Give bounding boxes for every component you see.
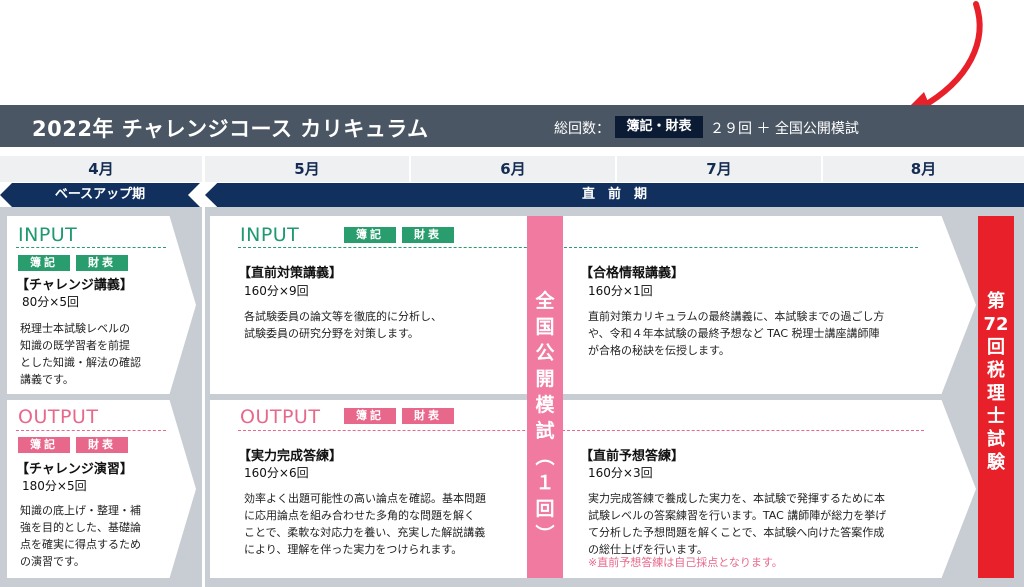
national-mock-exam-column: 全国公開模試 ︵ １ 回 ︶ (527, 216, 563, 578)
curriculum-header: 2022年 チャレンジコース カリキュラム 総回数： 簿記・財表 ２９回 ＋ 全… (0, 105, 1024, 147)
divider (16, 430, 166, 431)
bookkeeping-tag: 簿記 (344, 227, 396, 243)
pass-info-lecture-description: 直前対策カリキュラムの最終講義に、本試験までの過ごし方 や、令和４年本試験の最終予… (588, 310, 885, 357)
challenge-exercise-description: 知識の底上げ・整理・補 強を目的とした、基礎論 点を確実に得点するため の演習です。 (20, 504, 141, 568)
month-row: 4月 5月 6月 7月 8月 (0, 156, 1024, 182)
pre-exam-lecture-heading: 【直前対策講義】 (238, 266, 343, 281)
challenge-exercise-schedule: 180分×5回 (22, 479, 87, 493)
national-mock-exam-label: 全国公開模試 ︵ １ 回 ︶ (535, 290, 555, 546)
tax-accountant-exam-label: 第 72 回税理士試験 (983, 291, 1009, 473)
divider (16, 247, 166, 248)
bookkeeping-tag: 簿記 (344, 408, 396, 424)
page-title: 2022年 チャレンジコース カリキュラム (32, 117, 429, 141)
pre-exam-input-panel (210, 216, 976, 394)
month-july: 7月 (706, 160, 732, 178)
pass-info-lecture-heading: 【合格情報講義】 (580, 266, 685, 281)
month-divider (615, 156, 617, 184)
pass-info-lecture-schedule: 160分×1回 (588, 284, 653, 298)
pre-exam-lecture-description: 各試験委員の論文等を徹底的に分析し、 試験委員の研究分野を対策します。 (244, 310, 442, 340)
divider (238, 247, 918, 248)
month-divider (821, 156, 823, 184)
financial-statements-tag: 財表 (402, 408, 454, 424)
skill-completion-drill-heading: 【実力完成答練】 (238, 449, 343, 464)
pre-exam-forecast-drill-heading: 【直前予想答練】 (580, 449, 685, 464)
skill-completion-drill-description: 効率よく出題可能性の高い論点を確認。基本問題 に応用論点を組み合わせた多角的な問題… (244, 492, 486, 556)
financial-statements-tag: 財表 (76, 437, 128, 453)
period-base-up: ベースアップ期 (0, 183, 200, 207)
skill-completion-drill-schedule: 160分×6回 (244, 466, 309, 480)
phase-divider (202, 156, 205, 587)
month-august: 8月 (910, 160, 937, 178)
month-may: 5月 (294, 160, 320, 178)
tax-accountant-exam-column: 第 72 回税理士試験 (978, 216, 1014, 578)
pre-exam-lecture-schedule: 160分×9回 (244, 284, 309, 298)
challenge-lecture-heading: 【チャレンジ講義】 (16, 278, 133, 293)
challenge-exercise-heading: 【チャレンジ演習】 (16, 462, 133, 477)
period-pre-exam: 直 前 期 (205, 183, 1024, 207)
input-heading: INPUT (240, 224, 300, 246)
challenge-lecture-schedule: 80分×5回 (22, 295, 79, 309)
self-grading-note: ※直前予想答練は自己採点となります。 (588, 556, 783, 569)
challenge-lecture-description: 税理士本試験レベルの 知識の既学習者を前提 とした知識・解法の確認 講義です。 (20, 322, 141, 386)
month-divider (409, 156, 411, 184)
output-heading: OUTPUT (18, 406, 99, 428)
input-heading: INPUT (18, 224, 78, 246)
pre-exam-forecast-drill-schedule: 160分×3回 (588, 466, 653, 480)
total-count-label: 総回数： (554, 121, 610, 137)
financial-statements-tag: 財表 (76, 255, 128, 271)
financial-statements-tag: 財表 (402, 227, 454, 243)
month-april: 4月 (88, 160, 114, 178)
subject-badge: 簿記・財表 (615, 116, 703, 138)
bookkeeping-tag: 簿記 (18, 255, 70, 271)
total-count-value: ２９回 ＋ 全国公開模試 (710, 121, 859, 137)
month-june: 6月 (500, 160, 526, 178)
pre-exam-forecast-drill-description: 実力完成答練で養成した実力を、本試験で発揮するために本 試験レベルの答案練習を行い… (588, 492, 887, 556)
output-heading: OUTPUT (240, 406, 321, 428)
bookkeeping-tag: 簿記 (18, 437, 70, 453)
divider (238, 430, 924, 431)
